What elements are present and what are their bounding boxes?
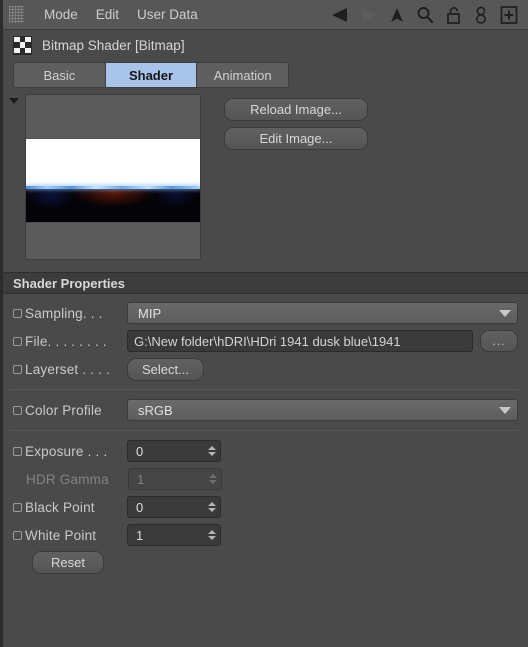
- white-point-stepper[interactable]: [207, 527, 216, 543]
- exposure-input[interactable]: 0: [127, 440, 221, 462]
- black-point-stepper[interactable]: [207, 499, 216, 515]
- preview-letterbox-top: [26, 95, 200, 140]
- hdr-gamma-value: 1: [137, 471, 145, 487]
- row-layerset: Layerset . . . . Select...: [9, 356, 518, 382]
- stepper-down-icon: [207, 452, 216, 456]
- divider-2: [9, 430, 518, 431]
- preview-sky-band: [26, 139, 200, 187]
- color-profile-value: sRGB: [138, 402, 173, 418]
- row-white-point: White Point 1: [9, 522, 518, 548]
- row-sampling: Sampling. . . MIP: [9, 300, 518, 326]
- row-black-point: Black Point 0: [9, 494, 518, 520]
- exposure-stepper[interactable]: [207, 443, 216, 459]
- white-point-input[interactable]: 1: [127, 524, 221, 546]
- label-color-profile: Color Profile: [25, 402, 102, 418]
- keyframe-dot-white-point[interactable]: [13, 530, 22, 540]
- reload-image-button[interactable]: Reload Image...: [224, 98, 368, 121]
- hdr-gamma-stepper: [208, 471, 217, 487]
- bitmap-checker-icon: [13, 35, 32, 55]
- stepper-down-icon: [207, 508, 216, 512]
- layerset-select-button[interactable]: Select...: [127, 357, 204, 381]
- exposure-value: 0: [136, 443, 144, 459]
- label-hdr-gamma: HDR Gamma: [26, 471, 109, 487]
- grip-dots-icon[interactable]: [9, 6, 24, 23]
- label-sampling: Sampling. . .: [25, 305, 103, 321]
- black-point-value: 0: [136, 499, 144, 515]
- reset-button[interactable]: Reset: [32, 551, 104, 574]
- black-point-input[interactable]: 0: [127, 496, 221, 518]
- label-file: File. . . . . . . .: [25, 333, 107, 349]
- keyframe-dot-exposure[interactable]: [13, 446, 22, 456]
- keyframe-dot-file[interactable]: [13, 336, 22, 346]
- menu-item-edit[interactable]: Edit: [87, 1, 128, 29]
- edit-image-button[interactable]: Edit Image...: [224, 127, 368, 150]
- object-header: Bitmap Shader [Bitmap]: [3, 30, 528, 60]
- unlock-padlock-icon[interactable]: [440, 2, 466, 28]
- label-white-point: White Point: [25, 527, 97, 543]
- row-color-profile: Color Profile sRGB: [9, 397, 518, 423]
- file-browse-button[interactable]: ...: [480, 330, 518, 352]
- divider-1: [9, 389, 518, 390]
- forward-arrow-icon: [356, 2, 382, 28]
- preview-letterbox-bottom: [26, 222, 200, 259]
- file-path-input[interactable]: G:\New folder\hDRI\HDri 1941 dusk blue\1…: [127, 330, 473, 352]
- new-panel-plus-icon[interactable]: [496, 2, 522, 28]
- back-arrow-icon[interactable]: [328, 2, 354, 28]
- bitmap-shader-panel: Mode Edit User Data Bitmap Shader [Bitma…: [0, 0, 528, 647]
- menu-item-user-data[interactable]: User Data: [128, 1, 207, 29]
- tab-animation[interactable]: Animation: [197, 63, 288, 87]
- shader-preview-image[interactable]: [25, 94, 201, 260]
- up-arrow-icon[interactable]: [384, 2, 410, 28]
- keyframe-dot-black-point[interactable]: [13, 502, 22, 512]
- menu-item-mode[interactable]: Mode: [35, 1, 87, 29]
- preview-horizon-line: [26, 185, 200, 189]
- sampling-dropdown[interactable]: MIP: [127, 302, 518, 324]
- shader-properties-body: Sampling. . . MIP File. . . . . . . . G:…: [3, 294, 528, 574]
- preview-button-group: Reload Image... Edit Image...: [224, 94, 368, 266]
- triangle-down-icon: [9, 98, 19, 104]
- row-exposure: Exposure . . . 0: [9, 438, 518, 464]
- hdr-gamma-input: 1: [128, 468, 222, 490]
- stepper-up-icon: [207, 502, 216, 506]
- keyframe-dot-layerset[interactable]: [13, 364, 22, 374]
- chevron-down-icon: [499, 406, 511, 414]
- search-icon[interactable]: [412, 2, 438, 28]
- label-black-point: Black Point: [25, 499, 95, 515]
- page-title: Bitmap Shader [Bitmap]: [42, 37, 185, 53]
- color-profile-dropdown[interactable]: sRGB: [127, 399, 518, 421]
- link-chain-icon[interactable]: [468, 2, 494, 28]
- tab-bar: Basic Shader Animation: [13, 62, 289, 88]
- chevron-down-icon: [499, 309, 511, 317]
- menu-bar: Mode Edit User Data: [3, 0, 528, 30]
- white-point-value: 1: [136, 527, 144, 543]
- stepper-down-icon: [207, 536, 216, 540]
- stepper-up-icon: [207, 446, 216, 450]
- keyframe-dot-color-profile[interactable]: [13, 405, 22, 415]
- row-file: File. . . . . . . . G:\New folder\hDRI\H…: [9, 328, 518, 354]
- label-exposure: Exposure . . .: [25, 443, 108, 459]
- stepper-up-icon: [208, 474, 217, 478]
- reset-row: Reset: [9, 551, 518, 574]
- sampling-value: MIP: [138, 305, 162, 321]
- collapse-toggle[interactable]: [3, 94, 25, 266]
- shader-properties-header: Shader Properties: [3, 272, 528, 294]
- keyframe-dot-sampling[interactable]: [13, 308, 22, 318]
- preview-row: Reload Image... Edit Image...: [3, 88, 528, 266]
- label-layerset: Layerset . . . .: [25, 361, 110, 377]
- row-hdr-gamma: HDR Gamma 1: [9, 466, 518, 492]
- tab-shader[interactable]: Shader: [105, 63, 198, 87]
- stepper-up-icon: [207, 530, 216, 534]
- preview-ground-band: [26, 187, 200, 223]
- stepper-down-icon: [208, 480, 217, 484]
- toolbar-icon-group: [328, 0, 522, 30]
- tab-basic[interactable]: Basic: [14, 63, 106, 87]
